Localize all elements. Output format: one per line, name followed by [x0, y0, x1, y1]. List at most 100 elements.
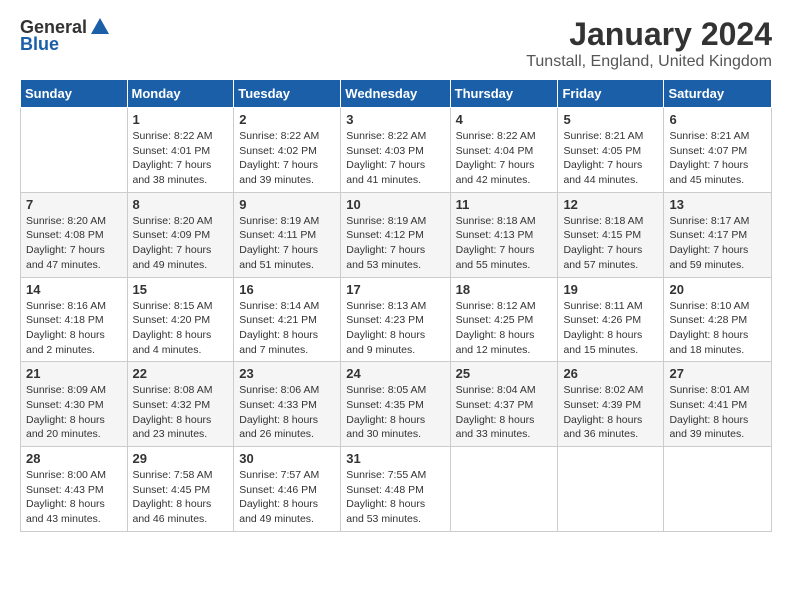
week-row-2: 14 Sunrise: 8:16 AMSunset: 4:18 PMDaylig…: [21, 277, 772, 362]
day-number: 19: [563, 282, 658, 297]
title-area: January 2024 Tunstall, England, United K…: [526, 16, 772, 71]
week-row-3: 21 Sunrise: 8:09 AMSunset: 4:30 PMDaylig…: [21, 362, 772, 447]
day-info: Sunrise: 8:19 AMSunset: 4:11 PMDaylight:…: [239, 214, 335, 273]
day-info: Sunrise: 8:08 AMSunset: 4:32 PMDaylight:…: [133, 383, 229, 442]
day-info: Sunrise: 8:19 AMSunset: 4:12 PMDaylight:…: [346, 214, 444, 273]
day-info: Sunrise: 8:15 AMSunset: 4:20 PMDaylight:…: [133, 299, 229, 358]
table-cell: 10 Sunrise: 8:19 AMSunset: 4:12 PMDaylig…: [341, 192, 450, 277]
table-cell: 5 Sunrise: 8:21 AMSunset: 4:05 PMDayligh…: [558, 108, 664, 193]
day-info: Sunrise: 8:06 AMSunset: 4:33 PMDaylight:…: [239, 383, 335, 442]
table-cell: 30 Sunrise: 7:57 AMSunset: 4:46 PMDaylig…: [234, 447, 341, 532]
header: General Blue January 2024 Tunstall, Engl…: [20, 16, 772, 71]
table-cell: 26 Sunrise: 8:02 AMSunset: 4:39 PMDaylig…: [558, 362, 664, 447]
calendar-table: Sunday Monday Tuesday Wednesday Thursday…: [20, 79, 772, 532]
day-info: Sunrise: 8:18 AMSunset: 4:13 PMDaylight:…: [456, 214, 553, 273]
logo-blue-text: Blue: [20, 34, 59, 55]
day-info: Sunrise: 8:16 AMSunset: 4:18 PMDaylight:…: [26, 299, 122, 358]
day-info: Sunrise: 8:05 AMSunset: 4:35 PMDaylight:…: [346, 383, 444, 442]
day-info: Sunrise: 8:22 AMSunset: 4:02 PMDaylight:…: [239, 129, 335, 188]
day-number: 17: [346, 282, 444, 297]
day-info: Sunrise: 8:04 AMSunset: 4:37 PMDaylight:…: [456, 383, 553, 442]
table-cell: 11 Sunrise: 8:18 AMSunset: 4:13 PMDaylig…: [450, 192, 558, 277]
day-info: Sunrise: 8:21 AMSunset: 4:05 PMDaylight:…: [563, 129, 658, 188]
day-number: 24: [346, 366, 444, 381]
week-row-0: 1 Sunrise: 8:22 AMSunset: 4:01 PMDayligh…: [21, 108, 772, 193]
day-number: 4: [456, 112, 553, 127]
table-cell: 23 Sunrise: 8:06 AMSunset: 4:33 PMDaylig…: [234, 362, 341, 447]
day-number: 8: [133, 197, 229, 212]
day-info: Sunrise: 7:55 AMSunset: 4:48 PMDaylight:…: [346, 468, 444, 527]
day-info: Sunrise: 7:58 AMSunset: 4:45 PMDaylight:…: [133, 468, 229, 527]
table-cell: 15 Sunrise: 8:15 AMSunset: 4:20 PMDaylig…: [127, 277, 234, 362]
table-cell: 27 Sunrise: 8:01 AMSunset: 4:41 PMDaylig…: [664, 362, 772, 447]
header-saturday: Saturday: [664, 80, 772, 108]
day-number: 29: [133, 451, 229, 466]
week-row-4: 28 Sunrise: 8:00 AMSunset: 4:43 PMDaylig…: [21, 447, 772, 532]
table-cell: 19 Sunrise: 8:11 AMSunset: 4:26 PMDaylig…: [558, 277, 664, 362]
day-info: Sunrise: 8:17 AMSunset: 4:17 PMDaylight:…: [669, 214, 766, 273]
day-number: 1: [133, 112, 229, 127]
day-number: 5: [563, 112, 658, 127]
day-number: 10: [346, 197, 444, 212]
table-cell: 25 Sunrise: 8:04 AMSunset: 4:37 PMDaylig…: [450, 362, 558, 447]
day-info: Sunrise: 8:22 AMSunset: 4:01 PMDaylight:…: [133, 129, 229, 188]
day-number: 11: [456, 197, 553, 212]
header-thursday: Thursday: [450, 80, 558, 108]
day-info: Sunrise: 8:20 AMSunset: 4:08 PMDaylight:…: [26, 214, 122, 273]
day-info: Sunrise: 8:18 AMSunset: 4:15 PMDaylight:…: [563, 214, 658, 273]
day-info: Sunrise: 8:10 AMSunset: 4:28 PMDaylight:…: [669, 299, 766, 358]
header-tuesday: Tuesday: [234, 80, 341, 108]
table-cell: 20 Sunrise: 8:10 AMSunset: 4:28 PMDaylig…: [664, 277, 772, 362]
day-info: Sunrise: 8:21 AMSunset: 4:07 PMDaylight:…: [669, 129, 766, 188]
table-cell: 29 Sunrise: 7:58 AMSunset: 4:45 PMDaylig…: [127, 447, 234, 532]
header-friday: Friday: [558, 80, 664, 108]
table-cell: 31 Sunrise: 7:55 AMSunset: 4:48 PMDaylig…: [341, 447, 450, 532]
table-cell: [664, 447, 772, 532]
day-number: 12: [563, 197, 658, 212]
table-cell: 6 Sunrise: 8:21 AMSunset: 4:07 PMDayligh…: [664, 108, 772, 193]
logo: General Blue: [20, 16, 111, 55]
table-cell: 21 Sunrise: 8:09 AMSunset: 4:30 PMDaylig…: [21, 362, 128, 447]
day-number: 25: [456, 366, 553, 381]
day-info: Sunrise: 8:14 AMSunset: 4:21 PMDaylight:…: [239, 299, 335, 358]
day-number: 22: [133, 366, 229, 381]
table-cell: 24 Sunrise: 8:05 AMSunset: 4:35 PMDaylig…: [341, 362, 450, 447]
table-cell: 28 Sunrise: 8:00 AMSunset: 4:43 PMDaylig…: [21, 447, 128, 532]
table-cell: 3 Sunrise: 8:22 AMSunset: 4:03 PMDayligh…: [341, 108, 450, 193]
table-cell: 8 Sunrise: 8:20 AMSunset: 4:09 PMDayligh…: [127, 192, 234, 277]
table-cell: 13 Sunrise: 8:17 AMSunset: 4:17 PMDaylig…: [664, 192, 772, 277]
day-number: 18: [456, 282, 553, 297]
day-info: Sunrise: 8:12 AMSunset: 4:25 PMDaylight:…: [456, 299, 553, 358]
table-cell: 18 Sunrise: 8:12 AMSunset: 4:25 PMDaylig…: [450, 277, 558, 362]
table-cell: 22 Sunrise: 8:08 AMSunset: 4:32 PMDaylig…: [127, 362, 234, 447]
day-info: Sunrise: 8:22 AMSunset: 4:03 PMDaylight:…: [346, 129, 444, 188]
day-number: 31: [346, 451, 444, 466]
day-info: Sunrise: 8:09 AMSunset: 4:30 PMDaylight:…: [26, 383, 122, 442]
day-number: 9: [239, 197, 335, 212]
day-number: 20: [669, 282, 766, 297]
day-number: 2: [239, 112, 335, 127]
month-title: January 2024: [526, 16, 772, 53]
day-number: 30: [239, 451, 335, 466]
day-info: Sunrise: 8:22 AMSunset: 4:04 PMDaylight:…: [456, 129, 553, 188]
day-info: Sunrise: 8:01 AMSunset: 4:41 PMDaylight:…: [669, 383, 766, 442]
day-number: 14: [26, 282, 122, 297]
header-wednesday: Wednesday: [341, 80, 450, 108]
day-info: Sunrise: 7:57 AMSunset: 4:46 PMDaylight:…: [239, 468, 335, 527]
week-row-1: 7 Sunrise: 8:20 AMSunset: 4:08 PMDayligh…: [21, 192, 772, 277]
header-monday: Monday: [127, 80, 234, 108]
day-info: Sunrise: 8:20 AMSunset: 4:09 PMDaylight:…: [133, 214, 229, 273]
header-sunday: Sunday: [21, 80, 128, 108]
table-cell: 14 Sunrise: 8:16 AMSunset: 4:18 PMDaylig…: [21, 277, 128, 362]
day-number: 27: [669, 366, 766, 381]
table-cell: 16 Sunrise: 8:14 AMSunset: 4:21 PMDaylig…: [234, 277, 341, 362]
day-number: 15: [133, 282, 229, 297]
day-info: Sunrise: 8:11 AMSunset: 4:26 PMDaylight:…: [563, 299, 658, 358]
day-number: 21: [26, 366, 122, 381]
logo-icon: [89, 16, 111, 38]
table-cell: [558, 447, 664, 532]
calendar-header-row: Sunday Monday Tuesday Wednesday Thursday…: [21, 80, 772, 108]
table-cell: [21, 108, 128, 193]
day-info: Sunrise: 8:13 AMSunset: 4:23 PMDaylight:…: [346, 299, 444, 358]
table-cell: 17 Sunrise: 8:13 AMSunset: 4:23 PMDaylig…: [341, 277, 450, 362]
